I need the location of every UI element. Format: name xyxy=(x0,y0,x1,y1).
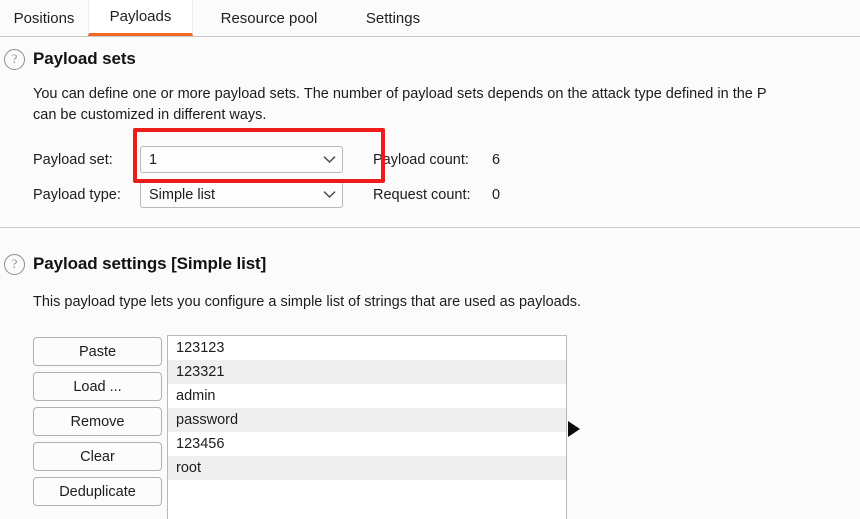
deduplicate-button-label: Deduplicate xyxy=(59,483,136,500)
section-divider xyxy=(0,227,860,228)
payload-type-dropdown[interactable]: Simple list xyxy=(140,181,343,208)
payload-type-label: Payload type: xyxy=(33,187,121,203)
clear-button-label: Clear xyxy=(80,448,115,465)
tab-settings-label: Settings xyxy=(365,9,421,27)
load-button-label: Load ... xyxy=(73,378,122,395)
tab-settings[interactable]: Settings xyxy=(345,0,441,36)
payload-count-label: Payload count: xyxy=(373,152,469,168)
tab-payloads-label: Payloads xyxy=(109,8,172,25)
remove-button-label: Remove xyxy=(70,413,125,430)
question-mark-icon[interactable]: ? xyxy=(4,49,25,70)
list-item[interactable]: 123123 xyxy=(168,336,566,360)
payload-settings-title: Payload settings [Simple list] xyxy=(33,254,267,273)
triangle-right-icon[interactable] xyxy=(568,421,580,437)
payload-sets-section: ? Payload sets You can define one or mor… xyxy=(0,44,860,227)
remove-button[interactable]: Remove xyxy=(33,407,162,436)
tab-positions[interactable]: Positions xyxy=(0,0,88,36)
payload-type-value: Simple list xyxy=(149,186,216,203)
paste-button[interactable]: Paste xyxy=(33,337,162,366)
payload-sets-description-line1: You can define one or more payload sets.… xyxy=(33,86,767,102)
list-item[interactable]: admin xyxy=(168,384,566,408)
load-button[interactable]: Load ... xyxy=(33,372,162,401)
tab-bar: Positions Payloads Resource pool Setting… xyxy=(0,0,860,37)
paste-button-label: Paste xyxy=(78,343,117,360)
payload-list[interactable]: 123123 123321 admin password 123456 root xyxy=(167,335,567,519)
request-count-value: 0 xyxy=(492,187,501,203)
list-item[interactable]: root xyxy=(168,456,566,480)
tab-positions-label: Positions xyxy=(13,9,75,27)
tab-payloads[interactable]: Payloads xyxy=(88,0,193,36)
question-mark-icon[interactable]: ? xyxy=(4,254,25,275)
tab-resource-pool-label: Resource pool xyxy=(220,9,318,27)
clear-button[interactable]: Clear xyxy=(33,442,162,471)
payload-set-label: Payload set: xyxy=(33,152,113,168)
list-item[interactable]: password xyxy=(168,408,566,432)
payload-sets-title: Payload sets xyxy=(33,49,136,68)
request-count-label: Request count: xyxy=(373,187,471,203)
tab-resource-pool[interactable]: Resource pool xyxy=(195,0,343,36)
payload-count-value: 6 xyxy=(492,152,501,168)
chevron-down-icon xyxy=(316,190,342,199)
list-item[interactable]: 123456 xyxy=(168,432,566,456)
payload-settings-description: This payload type lets you configure a s… xyxy=(33,294,582,310)
chevron-down-icon xyxy=(316,155,342,164)
payload-set-value: 1 xyxy=(149,151,158,168)
deduplicate-button[interactable]: Deduplicate xyxy=(33,477,162,506)
list-item[interactable]: 123321 xyxy=(168,360,566,384)
payload-set-dropdown[interactable]: 1 xyxy=(140,146,343,173)
payload-sets-description-line2: can be customized in different ways. xyxy=(33,107,267,123)
